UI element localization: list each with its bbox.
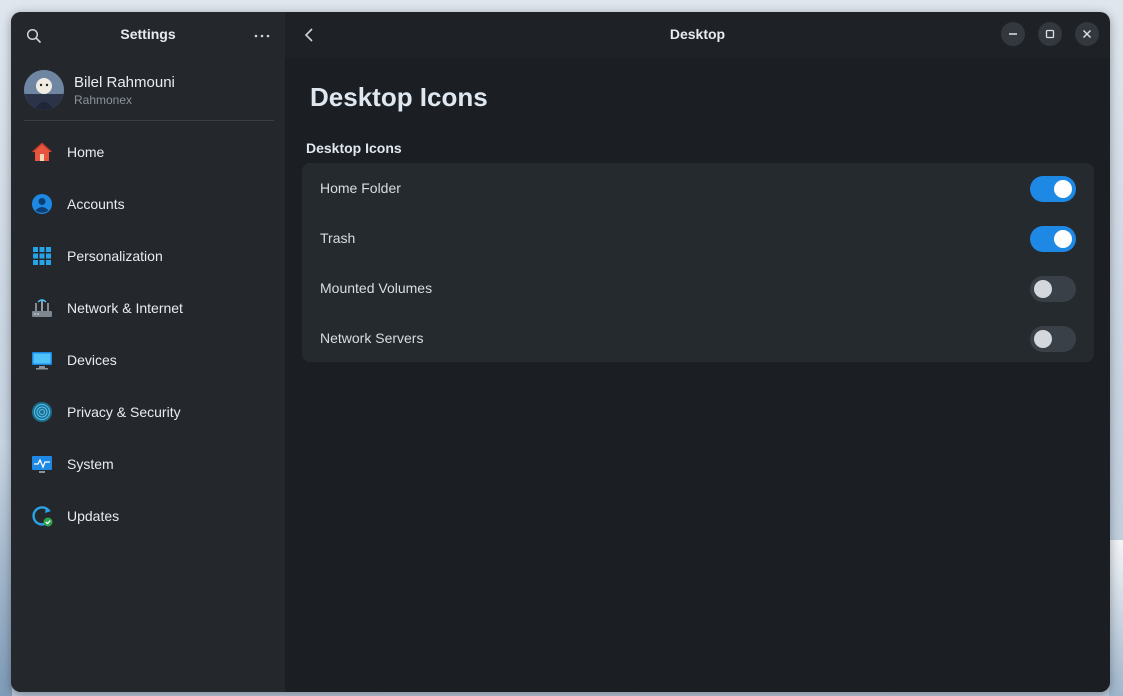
- home-folder-toggle[interactable]: [1030, 176, 1076, 202]
- sidebar-item-network[interactable]: Network & Internet: [11, 282, 285, 334]
- content-area: Desktop Icons Desktop Icons Home Folder …: [285, 58, 1110, 692]
- toggle-knob: [1034, 330, 1052, 348]
- toggle-knob: [1054, 230, 1072, 248]
- desktop-icons-card: Home Folder Trash Mounted Volumes Networ…: [302, 163, 1094, 362]
- main-pane: Desktop Desktop Icons Desktop Icons Home…: [285, 12, 1110, 692]
- section-title: Desktop Icons: [306, 140, 402, 156]
- sidebar-item-label: Devices: [67, 352, 117, 368]
- page-title: Desktop Icons: [310, 82, 488, 112]
- user-name: Bilel Rahmouni: [74, 74, 175, 91]
- maximize-icon: [1045, 29, 1055, 39]
- header-bar: Desktop: [285, 12, 1110, 58]
- sidebar-item-label: Privacy & Security: [67, 404, 181, 420]
- sidebar-item-label: Home: [67, 144, 105, 160]
- setting-row-mounted-volumes: Mounted Volumes: [302, 263, 1094, 313]
- more-horizontal-icon: [254, 34, 270, 38]
- system-monitor-icon: [32, 456, 52, 473]
- page-header-title: Desktop: [669, 26, 726, 42]
- network-icon: [32, 299, 52, 317]
- sidebar-item-privacy[interactable]: Privacy & Security: [11, 386, 285, 438]
- user-username: Rahmonex: [74, 93, 133, 107]
- sidebar-menu-button[interactable]: [251, 28, 273, 44]
- sidebar-item-label: Network & Internet: [67, 300, 183, 316]
- sidebar-item-devices[interactable]: Devices: [11, 334, 285, 386]
- monitor-icon: [32, 352, 52, 370]
- sidebar-item-system[interactable]: System: [11, 438, 285, 490]
- setting-label: Mounted Volumes: [320, 280, 433, 296]
- minimize-icon: [1009, 33, 1017, 35]
- setting-label: Home Folder: [320, 180, 401, 196]
- sidebar-header: Settings: [11, 12, 285, 58]
- sidebar-item-updates[interactable]: Updates: [11, 490, 285, 542]
- user-profile[interactable]: Bilel Rahmouni Rahmonex: [24, 68, 274, 118]
- settings-window: Settings Bilel Rahmouni Rahmonex Home Ac…: [11, 12, 1110, 692]
- sidebar-title: Settings: [120, 26, 176, 42]
- close-icon: [1083, 30, 1091, 38]
- sidebar: Settings Bilel Rahmouni Rahmonex Home Ac…: [11, 12, 285, 692]
- maximize-button[interactable]: [1038, 22, 1062, 46]
- sidebar-item-label: Personalization: [67, 248, 163, 264]
- mounted-volumes-toggle[interactable]: [1030, 276, 1076, 302]
- sidebar-item-label: Updates: [67, 508, 120, 524]
- sidebar-item-label: System: [67, 456, 114, 472]
- sidebar-item-label: Accounts: [67, 196, 125, 212]
- close-button[interactable]: [1075, 22, 1099, 46]
- toggle-knob: [1054, 180, 1072, 198]
- setting-row-network-servers: Network Servers: [302, 313, 1094, 363]
- sidebar-nav: Home Accounts Personalization Network & …: [11, 126, 285, 542]
- fingerprint-icon: [32, 402, 52, 422]
- setting-label: Trash: [320, 230, 356, 246]
- setting-row-trash: Trash: [302, 213, 1094, 263]
- toggle-knob: [1034, 280, 1052, 298]
- desktop-wallpaper-edge: [1109, 540, 1123, 696]
- setting-row-home-folder: Home Folder: [302, 163, 1094, 213]
- sidebar-item-personalization[interactable]: Personalization: [11, 230, 285, 282]
- sidebar-divider: [24, 120, 274, 121]
- network-servers-toggle[interactable]: [1030, 326, 1076, 352]
- sidebar-item-home[interactable]: Home: [11, 126, 285, 178]
- minimize-button[interactable]: [1001, 22, 1025, 46]
- setting-label: Network Servers: [320, 330, 424, 346]
- avatar: [24, 70, 64, 110]
- update-icon: [32, 506, 53, 527]
- user-icon: [32, 194, 52, 214]
- sidebar-item-accounts[interactable]: Accounts: [11, 178, 285, 230]
- home-icon: [32, 142, 52, 161]
- trash-toggle[interactable]: [1030, 226, 1076, 252]
- grid-icon: [33, 247, 51, 265]
